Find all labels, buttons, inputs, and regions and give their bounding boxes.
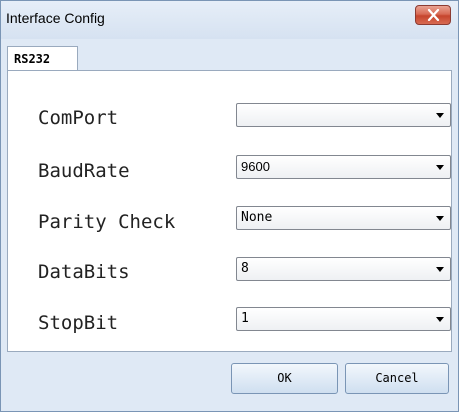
settings-panel: ComPort BaudRate 9600 Parity Check None … (7, 70, 452, 352)
comport-select[interactable] (236, 103, 451, 127)
baudrate-label: BaudRate (38, 160, 130, 182)
close-button[interactable] (415, 5, 451, 25)
chevron-down-icon (436, 113, 444, 118)
window-title: Interface Config (6, 10, 105, 26)
parity-check-value: None (241, 210, 273, 225)
interface-config-dialog: Interface Config RS232 ComPort BaudRate … (0, 0, 459, 412)
parity-check-label: Parity Check (38, 211, 176, 233)
dialog-footer: OK Cancel (1, 353, 458, 411)
databits-value: 8 (241, 261, 249, 276)
tab-label: RS232 (14, 52, 51, 66)
parity-check-select[interactable]: None (236, 206, 451, 230)
databits-select[interactable]: 8 (236, 257, 451, 281)
cancel-button[interactable]: Cancel (345, 363, 449, 394)
close-icon (427, 9, 440, 21)
stopbit-label: StopBit (38, 312, 119, 334)
baudrate-value: 9600 (241, 159, 270, 174)
title-bar[interactable]: Interface Config (1, 1, 458, 39)
baudrate-select[interactable]: 9600 (236, 155, 451, 179)
stopbit-value: 1 (241, 311, 249, 326)
chevron-down-icon (436, 165, 444, 170)
chevron-down-icon (436, 216, 444, 221)
tab-rs232[interactable]: RS232 (7, 46, 78, 73)
ok-button[interactable]: OK (231, 363, 338, 394)
chevron-down-icon (436, 317, 444, 322)
stopbit-select[interactable]: 1 (236, 307, 451, 331)
tab-strip: RS232 (1, 39, 458, 73)
chevron-down-icon (436, 267, 444, 272)
databits-label: DataBits (38, 261, 130, 283)
comport-label: ComPort (38, 107, 119, 129)
